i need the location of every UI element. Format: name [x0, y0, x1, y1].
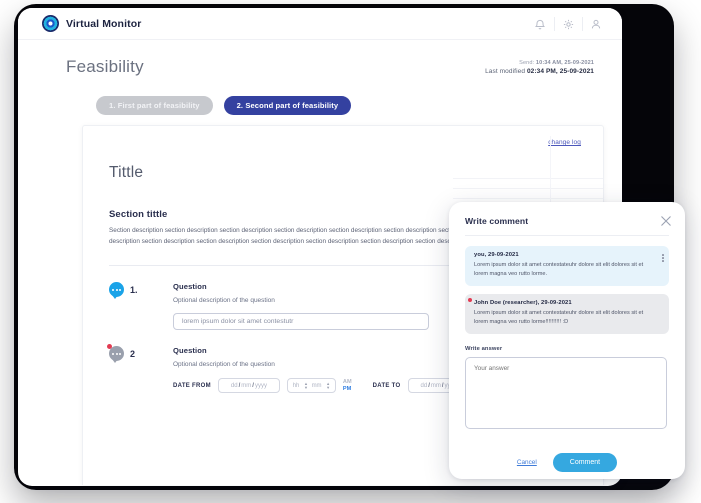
cancel-button[interactable]: Cancel [517, 459, 537, 466]
section-description: Section description section description … [109, 227, 469, 246]
user-account-icon[interactable] [582, 8, 610, 40]
comment-body: Lorem ipsum dolor sit amet contestateuhr… [474, 310, 644, 326]
comment-bubble-icon[interactable] [109, 282, 124, 300]
document-meta: Send: 10:34 AM, 25-09-2021 Last modified… [485, 60, 594, 75]
screenshot-root: Virtual Monitor Feasibility Send: 10:34 … [0, 0, 701, 503]
pm-option[interactable]: PM [343, 386, 352, 392]
date-from-month: mm [241, 382, 252, 389]
notification-bell-icon[interactable] [526, 8, 554, 40]
comment-submit-button[interactable]: Comment [552, 453, 618, 473]
date-to-label: DATE TO [372, 382, 401, 389]
date-to-day: dd [420, 382, 428, 389]
minute-stepper-icon[interactable]: ▲ ▼ [326, 382, 330, 390]
tab-bar: 1. First part of feasibility 2. Second p… [18, 96, 622, 115]
write-answer-label: Write answer [465, 346, 503, 353]
sent-timestamp: Send: 10:34 AM, 25-09-2021 [485, 60, 594, 66]
date-from-day: dd [230, 382, 238, 389]
change-log-link[interactable]: change log [548, 139, 581, 146]
comment-item: you, 29-09-2021 Lorem ipsum dolor sit am… [465, 246, 669, 287]
comment-author-date: you, 29-09-2021 [474, 252, 519, 258]
settings-gear-icon[interactable] [554, 8, 582, 40]
question-1-number: 1. [130, 284, 138, 295]
question-2-badge[interactable]: 2 [107, 344, 136, 364]
unread-indicator-dot [468, 298, 472, 303]
comment-panel-divider [465, 235, 669, 236]
comment-bubble-icon-unread[interactable] [107, 344, 124, 364]
date-from-label: DATE FROM [173, 382, 211, 389]
brand[interactable]: Virtual Monitor [42, 15, 141, 32]
close-icon[interactable] [660, 214, 672, 226]
page-header: Feasibility Send: 10:34 AM, 25-09-2021 L… [18, 40, 622, 92]
sent-label: Send: [519, 60, 535, 66]
time-from-input[interactable]: hh ▲ ▼ mm ▲ ▼ [286, 378, 336, 394]
tab-first-part[interactable]: 1. First part of feasibility [96, 96, 213, 115]
time-from-hour: hh [292, 382, 300, 389]
eye-logo-icon [42, 15, 59, 32]
last-modified-label: Last modified [485, 68, 526, 75]
date-sep-1: / [238, 382, 241, 389]
write-answer-textarea[interactable] [465, 357, 667, 430]
time-from-minute: mm [311, 382, 322, 389]
question-2-number: 2 [130, 348, 136, 359]
date-sep-2: / [252, 382, 254, 389]
comment-author-date: John Doe (researcher), 29-09-2021 [474, 300, 572, 307]
top-bar: Virtual Monitor [18, 8, 622, 40]
write-comment-panel: Write comment you, 29-09-2021 Lorem ipsu… [449, 202, 685, 479]
question-1-answer-input[interactable] [173, 313, 429, 331]
comment-body: Lorem ipsum dolor sit amet contestateuhr… [474, 262, 644, 278]
topbar-actions [526, 8, 610, 40]
date-from-year: yyyy [254, 382, 267, 389]
question-1-badge[interactable]: 1. [109, 282, 138, 300]
hour-stepper-icon[interactable]: ▲ ▼ [304, 382, 308, 390]
am-pm-toggle[interactable]: AM PM [343, 379, 352, 392]
unread-indicator-dot [107, 344, 112, 350]
last-modified-value: 02:34 PM, 25-09-2021 [526, 68, 594, 75]
date-to-month: mm [430, 382, 441, 389]
sent-value: 10:34 AM, 25-09-2021 [535, 60, 594, 66]
date-sep-3: / [428, 382, 430, 389]
comment-item: John Doe (researcher), 29-09-2021 Lorem … [465, 294, 669, 335]
last-modified-timestamp: Last modified 02:34 PM, 25-09-2021 [485, 68, 594, 75]
comment-panel-title: Write comment [465, 216, 529, 226]
brand-name: Virtual Monitor [66, 17, 142, 30]
tab-second-part[interactable]: 2. Second part of feasibility [223, 96, 352, 115]
comment-panel-actions: Cancel Comment [465, 453, 669, 473]
date-sep-4: / [441, 382, 444, 389]
comment-options-icon[interactable] [662, 254, 664, 262]
date-from-input[interactable]: dd / mm / yyyy [217, 378, 280, 394]
